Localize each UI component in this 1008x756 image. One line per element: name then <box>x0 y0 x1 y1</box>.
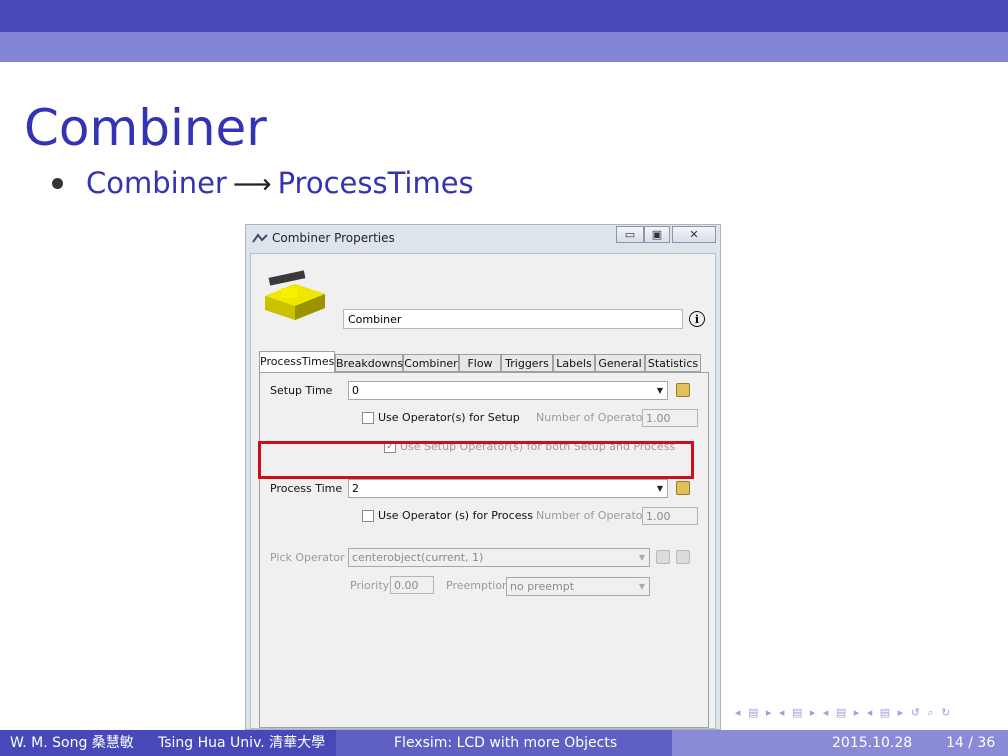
bullet-from: Combiner <box>86 166 227 200</box>
pick-operator-edit-icon[interactable] <box>656 550 670 564</box>
num-operators-process-label: Number of Operators <box>536 509 653 522</box>
process-time-label: Process Time <box>270 482 343 495</box>
chevron-down-icon: ▼ <box>656 386 663 395</box>
process-time-highlight-box <box>258 441 694 479</box>
dialog-client-area: Combiner i ProcessTimes Breakdowns Combi… <box>250 253 716 729</box>
maximize-button[interactable]: ▣ <box>644 226 670 243</box>
footer-institution: Tsing Hua Univ. 清華大學 <box>158 735 326 751</box>
footer-author: W. M. Song 桑慧敏 <box>10 735 134 751</box>
use-operator-process-checkbox[interactable] <box>362 510 374 522</box>
setup-time-combo[interactable]: 0 ▼ <box>348 381 668 400</box>
priority-input[interactable]: 0.00 <box>390 576 434 594</box>
process-time-code-icon[interactable] <box>676 481 690 495</box>
chevron-down-icon: ▼ <box>656 484 663 493</box>
beamer-navigation-icons[interactable]: ◂ ▤ ▸ ◂ ▤ ▸ ◂ ▤ ▸ ◂ ▤ ▸ ↺ ⌕ ↻ <box>735 706 952 720</box>
window-title: Combiner Properties <box>272 231 395 245</box>
num-operators-process-input[interactable]: 1.00 <box>642 507 698 525</box>
pick-operator-code-icon[interactable] <box>676 550 690 564</box>
setup-time-code-icon[interactable] <box>676 383 690 397</box>
footer-page-number: 14 / 36 <box>946 735 996 751</box>
tab-general[interactable]: General <box>595 354 645 372</box>
footer-talk-title: Flexsim: LCD with more Objects <box>394 735 618 751</box>
flexsim-app-icon <box>252 233 268 243</box>
info-icon[interactable]: i <box>689 311 705 327</box>
priority-label: Priority <box>350 579 390 592</box>
use-operator-setup-label: Use Operator(s) for Setup <box>378 411 520 424</box>
bullet-dot <box>52 178 63 189</box>
preemption-label: Preemption <box>446 579 510 592</box>
num-operators-setup-input[interactable]: 1.00 <box>642 409 698 427</box>
arrow-icon: ⟶ <box>232 169 272 200</box>
pick-operator-combo[interactable]: centerobject(current, 1) ▼ <box>348 548 650 567</box>
slide-footer: W. M. Song 桑慧敏 Tsing Hua Univ. 清華大學 Flex… <box>0 730 1008 756</box>
tab-combiner[interactable]: Combiner <box>403 354 459 372</box>
combiner-object-icon <box>265 270 325 320</box>
slide-title: Combiner <box>24 99 267 157</box>
process-time-value: 2 <box>352 482 359 495</box>
footer-right: 2015.10.28 14 / 36 <box>672 730 1008 756</box>
num-operators-setup-label: Number of Operators <box>536 411 653 424</box>
tab-triggers[interactable]: Triggers <box>501 354 553 372</box>
preemption-combo[interactable]: no preempt ▼ <box>506 577 650 596</box>
header-bar-top <box>0 0 1008 32</box>
chevron-down-icon: ▼ <box>638 582 645 591</box>
preemption-value: no preempt <box>510 580 575 593</box>
bullet-item: Combiner ⟶ ProcessTimes <box>86 164 474 204</box>
tab-labels[interactable]: Labels <box>553 354 595 372</box>
use-operator-setup-checkbox[interactable] <box>362 412 374 424</box>
close-button[interactable]: ✕ <box>672 226 716 243</box>
process-time-combo[interactable]: 2 ▼ <box>348 479 668 498</box>
footer-left: W. M. Song 桑慧敏 Tsing Hua Univ. 清華大學 <box>0 730 336 756</box>
minimize-button[interactable]: ▭ <box>616 226 644 243</box>
header-bar-bottom <box>0 32 1008 62</box>
footer-center: Flexsim: LCD with more Objects <box>336 730 672 756</box>
bullet-to: ProcessTimes <box>277 166 474 200</box>
tab-statistics[interactable]: Statistics <box>645 354 701 372</box>
tab-breakdowns[interactable]: Breakdowns <box>335 354 403 372</box>
tab-flow[interactable]: Flow <box>459 354 501 372</box>
object-name-input[interactable]: Combiner <box>343 309 683 329</box>
pick-operator-value: centerobject(current, 1) <box>352 551 484 564</box>
chevron-down-icon: ▼ <box>638 553 645 562</box>
use-operator-process-label: Use Operator (s) for Process <box>378 509 533 522</box>
setup-time-label: Setup Time <box>270 384 333 397</box>
processtimes-panel: Setup Time 0 ▼ Use Operator(s) for Setup… <box>259 372 709 728</box>
setup-time-value: 0 <box>352 384 359 397</box>
tab-processtimes[interactable]: ProcessTimes <box>259 351 335 373</box>
pick-operator-label: Pick Operator <box>270 551 345 564</box>
footer-date: 2015.10.28 <box>832 735 913 751</box>
